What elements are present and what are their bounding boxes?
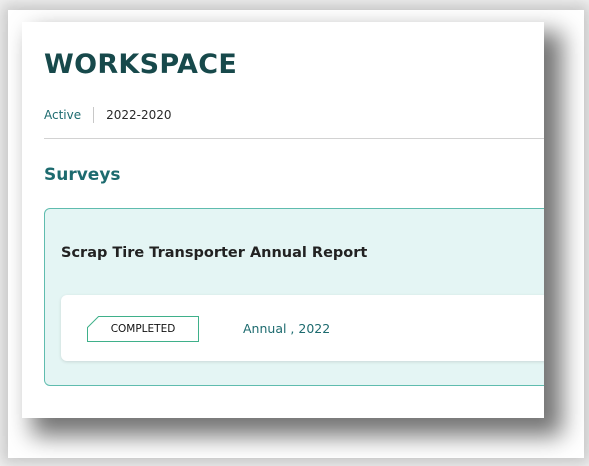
tab-divider bbox=[93, 107, 95, 123]
tab-bar: Active 2022-2020 bbox=[44, 107, 172, 123]
status-badge-label: COMPLETED bbox=[110, 323, 176, 335]
page-title: WORKSPACE bbox=[44, 49, 238, 80]
status-badge: COMPLETED bbox=[87, 316, 199, 342]
tabs-divider-line bbox=[44, 138, 544, 139]
folded-corner-icon bbox=[87, 316, 99, 328]
workspace-panel: WORKSPACE Active 2022-2020 Surveys Scrap… bbox=[22, 22, 544, 418]
survey-card[interactable]: Scrap Tire Transporter Annual Report COM… bbox=[44, 208, 544, 386]
tab-active[interactable]: Active bbox=[44, 108, 81, 122]
survey-title[interactable]: Scrap Tire Transporter Annual Report bbox=[61, 245, 367, 261]
tab-2022-2020[interactable]: 2022-2020 bbox=[106, 108, 171, 122]
survey-entry[interactable]: COMPLETED Annual , 2022 bbox=[61, 295, 544, 361]
section-title: Surveys bbox=[44, 165, 121, 185]
survey-period: Annual , 2022 bbox=[243, 321, 331, 336]
